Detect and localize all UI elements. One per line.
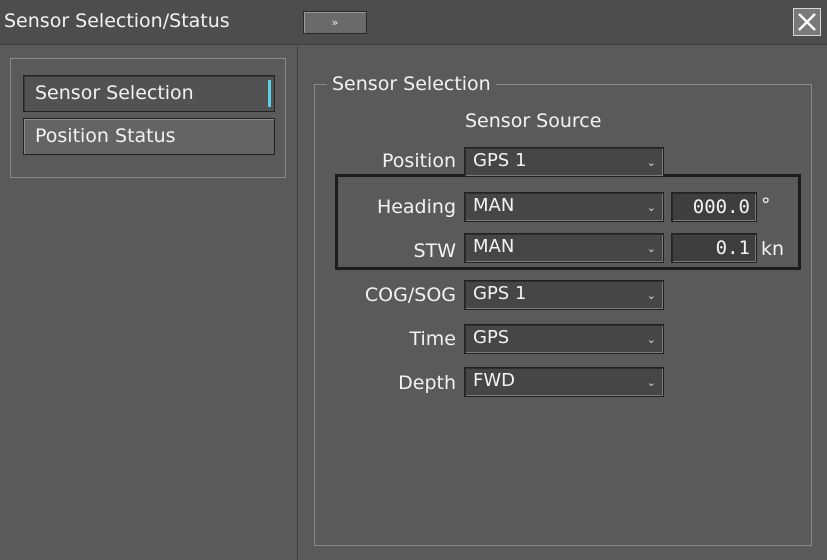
active-indicator <box>268 80 271 107</box>
column-header: Sensor Source <box>465 110 602 132</box>
stw-manual-input[interactable]: 0.1 <box>671 233 757 263</box>
time-label: Time <box>409 328 457 350</box>
heading-unit: ° <box>761 194 771 216</box>
stw-unit: kn <box>761 238 785 260</box>
chevron-down-icon: ⌄ <box>646 201 656 214</box>
cog-sog-source-dropdown[interactable]: GPS 1 ⌄ <box>464 280 664 310</box>
dropdown-value: FWD <box>473 370 516 391</box>
double-chevron-right-icon: » <box>331 16 339 29</box>
heading-label: Heading <box>376 196 456 218</box>
cog-sog-label: COG/SOG <box>364 284 456 306</box>
chevron-down-icon: ⌄ <box>646 156 656 169</box>
chevron-down-icon: ⌄ <box>646 376 656 389</box>
panel-divider <box>297 44 298 560</box>
nav-item-label: Position Status <box>35 125 176 147</box>
heading-source-dropdown[interactable]: MAN ⌄ <box>464 192 664 222</box>
group-title: Sensor Selection <box>327 73 496 95</box>
depth-source-dropdown[interactable]: FWD ⌄ <box>464 367 664 397</box>
window-title: Sensor Selection/Status <box>4 10 230 32</box>
stw-label: STW <box>413 240 456 262</box>
chevron-down-icon: ⌄ <box>646 289 656 302</box>
expand-button[interactable]: » <box>303 11 367 34</box>
dropdown-value: GPS 1 <box>473 283 527 304</box>
position-label: Position <box>382 150 456 172</box>
nav-item-label: Sensor Selection <box>35 82 194 104</box>
stw-source-dropdown[interactable]: MAN ⌄ <box>464 233 664 263</box>
dropdown-value: GPS 1 <box>473 150 527 171</box>
close-icon <box>798 13 816 31</box>
dropdown-value: MAN <box>473 195 515 216</box>
dropdown-value: GPS <box>473 327 510 348</box>
time-source-dropdown[interactable]: GPS ⌄ <box>464 324 664 354</box>
depth-label: Depth <box>398 372 456 394</box>
chevron-down-icon: ⌄ <box>646 242 656 255</box>
nav-position-status-button[interactable]: Position Status <box>23 118 275 155</box>
chevron-down-icon: ⌄ <box>646 333 656 346</box>
close-button[interactable] <box>793 8 821 36</box>
position-source-dropdown[interactable]: GPS 1 ⌄ <box>464 147 664 177</box>
title-bar: Sensor Selection/Status » <box>0 0 827 45</box>
nav-sensor-selection-button[interactable]: Sensor Selection <box>23 75 275 112</box>
dropdown-value: MAN <box>473 236 515 257</box>
nav-panel: Sensor Selection Position Status <box>10 58 286 178</box>
heading-manual-input[interactable]: 000.0 <box>671 192 757 222</box>
